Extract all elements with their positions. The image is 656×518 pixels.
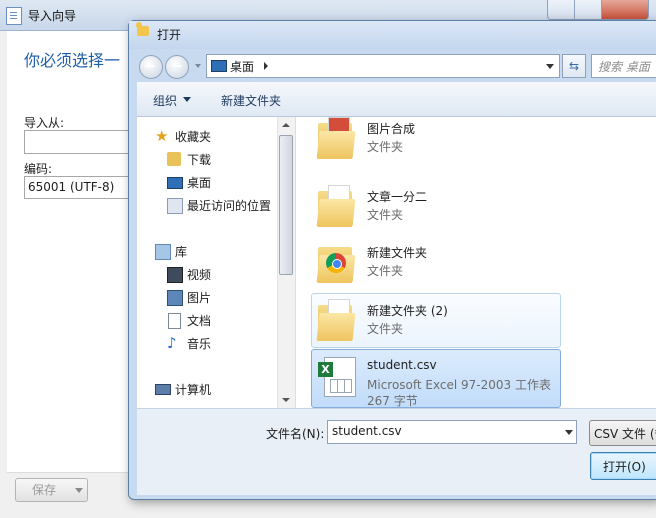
forward-button[interactable] xyxy=(165,55,189,79)
star-icon: ★ xyxy=(155,127,169,145)
file-name: 新建文件夹 xyxy=(367,246,428,260)
nav-item-label: 桌面 xyxy=(187,176,212,190)
new-folder-label: 新建文件夹 xyxy=(221,94,282,108)
nav-item-label: 图片 xyxy=(187,291,212,305)
file-item-folder[interactable]: 文章一分二 文件夹 xyxy=(311,179,561,234)
address-bar[interactable]: 桌面 xyxy=(206,54,560,78)
organize-label: 组织 xyxy=(153,94,178,108)
chrome-folder-icon xyxy=(316,241,356,283)
file-name: 图片合成 xyxy=(367,122,416,136)
address-location[interactable]: 桌面 xyxy=(230,58,254,75)
library-icon xyxy=(155,244,171,260)
dialog-title-bar xyxy=(129,21,656,49)
file-type: 文件夹 xyxy=(367,322,404,336)
folder-icon xyxy=(316,117,356,159)
recent-locations-dropdown-icon[interactable] xyxy=(195,64,201,68)
file-name: 文章一分二 xyxy=(367,190,428,204)
file-item-folder[interactable]: 图片合成 文件夹 xyxy=(311,117,561,166)
nav-item-label: 下载 xyxy=(187,153,212,167)
wizard-heading: 你必须选择一 xyxy=(24,51,121,70)
nav-item-label: 音乐 xyxy=(187,337,212,351)
nav-item-label: 最近访问的位置 xyxy=(187,199,272,213)
file-name: 新建文件夹 (2) xyxy=(367,304,448,318)
nav-item-label: 库 xyxy=(175,245,188,259)
document-icon xyxy=(168,313,181,329)
file-list: 图片合成 文件夹 文章一分二 文件夹 新建文件夹 文件夹 新建文件夹 (2) 文… xyxy=(296,117,656,408)
import-from-label: 导入从: xyxy=(24,116,65,130)
computer-icon xyxy=(155,384,171,395)
file-name: student.csv xyxy=(367,358,437,372)
file-type: 文件夹 xyxy=(367,140,404,154)
nav-item-label: 文档 xyxy=(187,314,212,328)
excel-csv-icon: X xyxy=(318,355,356,397)
file-item-folder[interactable]: 新建文件夹 文件夹 xyxy=(311,235,561,290)
refresh-icon: ⇆ xyxy=(568,59,580,73)
filetype-select[interactable]: CSV 文件 (* xyxy=(589,420,656,446)
encoding-value: 65001 (UTF-8) xyxy=(28,180,115,194)
chevron-down-icon[interactable] xyxy=(546,64,554,69)
arrow-right-icon xyxy=(173,65,181,67)
chevron-down-icon xyxy=(183,97,191,102)
file-type: Microsoft Excel 97-2003 工作表 xyxy=(367,378,551,392)
organize-button[interactable]: 组织 xyxy=(153,92,177,109)
arrow-left-icon xyxy=(146,65,154,67)
chevron-down-icon[interactable] xyxy=(565,430,573,435)
filename-label: 文件名(N): xyxy=(266,427,325,441)
navigation-pane: ★ 收藏夹 下载 桌面 最近访问的位置 库 视频 图片 文档 ♪ 音乐 计算机 xyxy=(137,117,296,408)
minimize-button[interactable] xyxy=(547,0,576,20)
folder-icon xyxy=(136,22,149,36)
filetype-value: CSV 文件 (* xyxy=(594,427,656,441)
breadcrumb-arrow-icon[interactable] xyxy=(264,62,268,70)
folder-icon xyxy=(316,185,356,227)
close-button[interactable] xyxy=(601,0,649,20)
document-icon xyxy=(6,7,22,25)
video-icon xyxy=(167,267,183,283)
encoding-label: 编码: xyxy=(24,162,53,176)
desktop-icon xyxy=(167,177,183,189)
search-placeholder: 搜索 桌面 xyxy=(598,60,650,74)
open-button-label: 打开(O) xyxy=(603,460,646,474)
music-icon: ♪ xyxy=(167,334,177,352)
import-from-input[interactable] xyxy=(24,130,136,154)
save-button[interactable]: 保存 xyxy=(15,478,73,502)
dialog-title: 打开 xyxy=(157,28,182,42)
download-folder-icon xyxy=(167,152,181,166)
file-type: 文件夹 xyxy=(367,264,404,278)
dialog-toolbar xyxy=(137,82,656,117)
desktop-icon xyxy=(211,60,227,72)
back-button[interactable] xyxy=(139,55,163,79)
file-item-csv[interactable]: X student.csv Microsoft Excel 97-2003 工作… xyxy=(311,349,561,408)
new-folder-button[interactable]: 新建文件夹 xyxy=(221,92,281,109)
nav-item-label: 视频 xyxy=(187,268,212,282)
file-type: 文件夹 xyxy=(367,208,404,222)
search-input[interactable]: 搜索 桌面 xyxy=(591,54,656,78)
nav-item-label: 计算机 xyxy=(175,383,212,397)
wizard-title: 导入向导 xyxy=(28,9,77,23)
save-dropdown-button[interactable] xyxy=(71,478,88,502)
nav-item-label: 收藏夹 xyxy=(175,130,212,144)
picture-icon xyxy=(167,290,183,306)
recent-places-icon xyxy=(167,198,183,214)
filename-input[interactable]: student.csv xyxy=(327,420,577,444)
file-item-folder[interactable]: 新建文件夹 (2) 文件夹 xyxy=(311,293,561,348)
folder-icon xyxy=(316,299,356,341)
maximize-button[interactable] xyxy=(574,0,603,20)
filename-value: student.csv xyxy=(332,424,402,438)
file-size: 267 字节 xyxy=(367,394,418,408)
nav-pane-scroll-thumb[interactable] xyxy=(279,135,293,275)
scroll-down-icon[interactable] xyxy=(282,398,290,402)
chevron-down-icon xyxy=(75,488,83,493)
open-button[interactable]: 打开(O) xyxy=(590,452,656,480)
refresh-button[interactable]: ⇆ xyxy=(562,54,586,78)
encoding-select[interactable]: 65001 (UTF-8) xyxy=(24,176,136,199)
scroll-up-icon[interactable] xyxy=(282,123,290,127)
